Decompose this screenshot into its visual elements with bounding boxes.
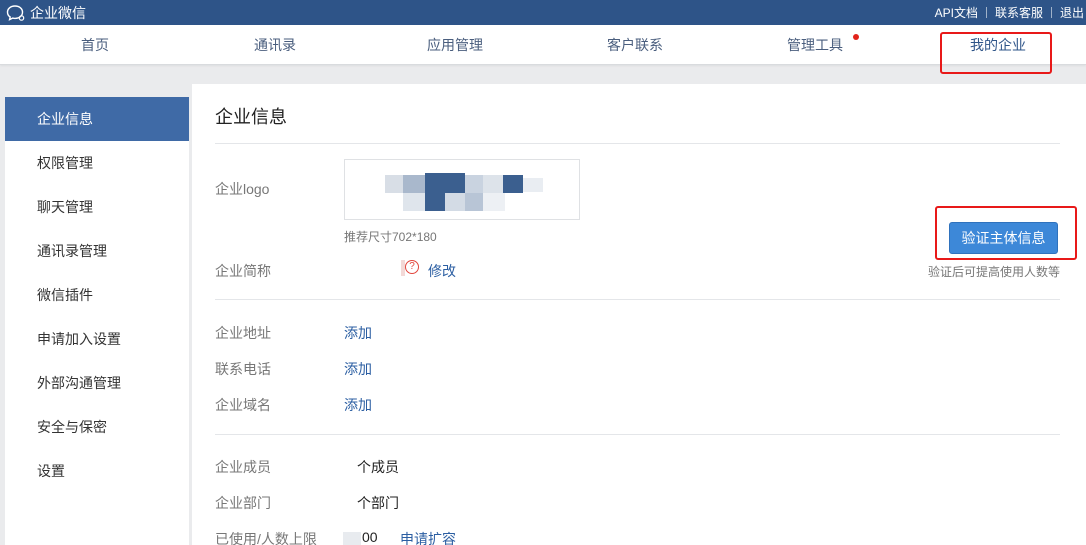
- brand[interactable]: 企业微信: [6, 0, 86, 25]
- departments-label: 企业部门: [215, 495, 271, 511]
- divider: [215, 299, 1060, 300]
- sidebar-item-external-communication[interactable]: 外部沟通管理: [5, 361, 189, 405]
- contact-support-link[interactable]: 联系客服: [987, 4, 1051, 21]
- api-docs-link[interactable]: API文档: [927, 4, 986, 21]
- members-count: 个成员: [357, 459, 399, 475]
- nav-customer-contact[interactable]: 客户联系: [598, 25, 672, 65]
- wecom-logo-icon: [6, 4, 26, 22]
- top-bar: 企业微信 API文档 联系客服 退出: [0, 0, 1086, 25]
- main-nav: 首页 通讯录 应用管理 客户联系 管理工具 我的企业: [0, 25, 1086, 65]
- help-icon[interactable]: ?: [405, 260, 419, 274]
- verify-hint: 验证后可提高使用人数等: [928, 265, 1061, 279]
- page-title: 企业信息: [215, 107, 287, 127]
- domain-label: 企业域名: [215, 397, 271, 413]
- redacted-value: [343, 532, 361, 545]
- nav-app-management[interactable]: 应用管理: [418, 25, 492, 65]
- sidebar-item-chat-management[interactable]: 聊天管理: [5, 185, 189, 229]
- nav-management-tools[interactable]: 管理工具: [778, 25, 859, 65]
- logo-label: 企业logo: [215, 181, 270, 197]
- sidebar-item-contacts-management[interactable]: 通讯录管理: [5, 229, 189, 273]
- highlight-box: [940, 32, 1052, 74]
- sidebar-item-enterprise-info[interactable]: 企业信息: [5, 97, 189, 141]
- add-phone-link[interactable]: 添加: [344, 359, 372, 379]
- departments-count: 个部门: [357, 495, 399, 511]
- add-domain-link[interactable]: 添加: [344, 395, 372, 415]
- brand-name: 企业微信: [30, 4, 86, 21]
- address-label: 企业地址: [215, 325, 271, 341]
- sidebar-item-join-settings[interactable]: 申请加入设置: [5, 317, 189, 361]
- request-expansion-link[interactable]: 申请扩容: [400, 529, 456, 545]
- edit-short-name-link[interactable]: 修改: [428, 261, 456, 281]
- member-limit-value: 00: [362, 529, 378, 545]
- sidebar-item-permissions[interactable]: 权限管理: [5, 141, 189, 185]
- notification-dot: [853, 34, 859, 40]
- verify-entity-button[interactable]: 验证主体信息: [949, 222, 1058, 254]
- sidebar-item-wechat-plugin[interactable]: 微信插件: [5, 273, 189, 317]
- add-address-link[interactable]: 添加: [344, 323, 372, 343]
- short-name-label: 企业简称: [215, 263, 271, 279]
- enterprise-logo[interactable]: [344, 159, 580, 220]
- members-label: 企业成员: [215, 459, 271, 475]
- nav-label: 管理工具: [787, 37, 843, 53]
- divider: [215, 434, 1060, 435]
- sidebar-item-security[interactable]: 安全与保密: [5, 405, 189, 449]
- divider: [215, 143, 1060, 144]
- top-links: API文档 联系客服 退出: [927, 0, 1086, 25]
- main-content: 企业信息 企业logo 推荐尺寸702*180 验证主体信息 验证后可提高使用人…: [192, 84, 1086, 545]
- logout-link[interactable]: 退出: [1052, 4, 1086, 21]
- sidebar-item-settings[interactable]: 设置: [5, 449, 189, 493]
- member-limit-label: 已使用/人数上限: [215, 531, 317, 545]
- phone-label: 联系电话: [215, 361, 271, 377]
- nav-contacts[interactable]: 通讯录: [246, 25, 304, 65]
- logo-size-hint: 推荐尺寸702*180: [344, 230, 437, 244]
- nav-home[interactable]: 首页: [66, 25, 124, 65]
- sidebar: 企业信息 权限管理 聊天管理 通讯录管理 微信插件 申请加入设置 外部沟通管理 …: [5, 97, 189, 545]
